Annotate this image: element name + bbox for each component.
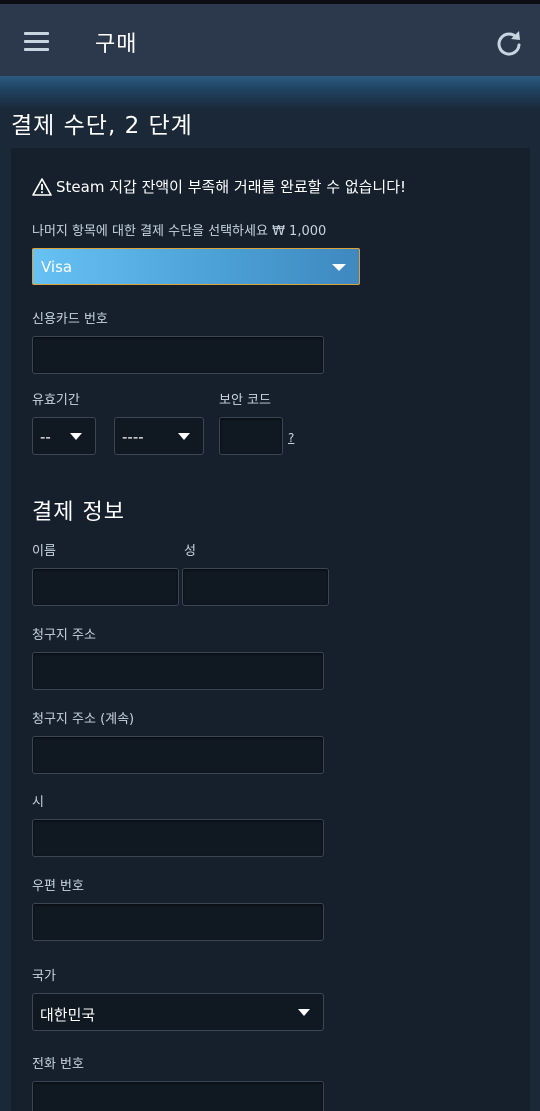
chevron-down-icon xyxy=(70,433,82,440)
address2-input[interactable] xyxy=(32,736,324,774)
billing-section-title: 결제 정보 xyxy=(32,500,125,525)
payment-method-prompt: 나머지 항목에 대한 결제 수단을 선택하세요 ₩ 1,000 xyxy=(32,224,327,239)
phone-input[interactable] xyxy=(32,1081,324,1111)
first-name-label: 이름 xyxy=(32,544,56,559)
zip-input[interactable] xyxy=(32,903,324,941)
header-gradient xyxy=(0,76,540,110)
expiry-month-value: -- xyxy=(40,428,51,446)
warning-text: Steam 지갑 잔액이 부족해 거래를 완료할 수 없습니다! xyxy=(56,178,407,196)
chevron-down-icon xyxy=(332,264,346,271)
zip-label: 우편 번호 xyxy=(32,879,84,894)
refresh-icon[interactable] xyxy=(495,29,523,57)
country-select[interactable]: 대한민국 xyxy=(32,993,324,1031)
expiry-year-select[interactable]: ---- xyxy=(114,417,204,455)
page-title: 결제 수단, 2 단계 xyxy=(11,113,193,139)
app-title: 구매 xyxy=(95,32,138,57)
cvv-help-link[interactable]: ? xyxy=(288,431,294,445)
country-value: 대한민국 xyxy=(40,1006,96,1024)
cvv-label: 보안 코드 xyxy=(219,393,271,408)
first-name-input[interactable] xyxy=(32,568,179,606)
city-label: 시 xyxy=(32,795,44,810)
address-label: 청구지 주소 xyxy=(32,628,96,643)
city-input[interactable] xyxy=(32,819,324,857)
hamburger-menu-icon[interactable] xyxy=(24,32,49,52)
expiry-label: 유효기간 xyxy=(32,393,80,408)
app-bar: 구매 xyxy=(0,4,540,76)
last-name-label: 성 xyxy=(184,544,196,559)
country-label: 국가 xyxy=(32,969,56,984)
cvv-input[interactable] xyxy=(219,417,283,455)
phone-label: 전화 번호 xyxy=(32,1057,84,1072)
address2-label: 청구지 주소 (계속) xyxy=(32,712,135,727)
expiry-month-select[interactable]: -- xyxy=(32,417,96,455)
address-input[interactable] xyxy=(32,652,324,690)
payment-method-select[interactable]: Visa xyxy=(32,248,360,285)
chevron-down-icon xyxy=(298,1009,310,1016)
expiry-year-value: ---- xyxy=(122,428,144,446)
last-name-input[interactable] xyxy=(182,568,329,606)
warning-icon xyxy=(32,177,52,196)
card-number-label: 신용카드 번호 xyxy=(32,312,108,327)
chevron-down-icon xyxy=(178,433,190,440)
card-number-input[interactable] xyxy=(32,336,324,374)
payment-method-value: Visa xyxy=(41,258,73,276)
insufficient-funds-warning: Steam 지갑 잔액이 부족해 거래를 완료할 수 없습니다! xyxy=(32,176,406,197)
